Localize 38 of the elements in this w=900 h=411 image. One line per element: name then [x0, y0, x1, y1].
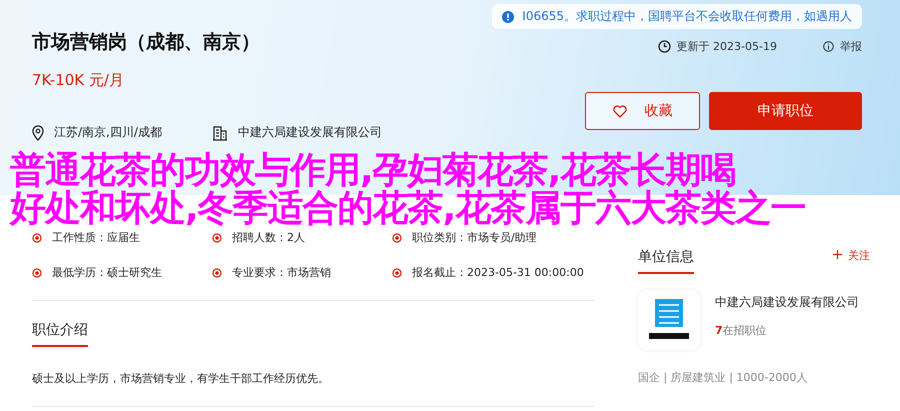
section-heading: 单位信息	[638, 248, 694, 274]
apply-button[interactable]: 申请职位	[709, 92, 862, 130]
bullet-icon	[32, 232, 42, 242]
detail-text: 招聘人数：2人	[232, 230, 305, 245]
follow-link[interactable]: 关注	[833, 248, 870, 263]
detail-text: 报名截止：2023-05-31 00:00:00	[412, 265, 584, 280]
open-positions: 7在招职位	[715, 323, 768, 338]
detail-text: 职位类别：市场专员/助理	[412, 230, 537, 245]
overlay-headline: 好处和坏处,冬季适合的花茶,花茶属于六大茶类之一	[10, 190, 806, 228]
bullet-icon	[212, 268, 222, 278]
info-icon	[823, 41, 834, 52]
update-date: 更新于 2023-05-19	[676, 39, 777, 54]
bullet-icon	[212, 232, 222, 242]
bullet-icon	[392, 232, 402, 242]
building-icon	[212, 124, 228, 140]
company-logo	[638, 290, 700, 350]
company-info: 国企 | 房屋建筑业 | 1000-2000人	[638, 370, 808, 385]
detail-text: 专业要求：市场营销	[232, 265, 331, 280]
heart-icon	[612, 104, 626, 118]
salary: 7K-10K 元/月	[32, 71, 125, 90]
bullet-icon	[392, 268, 402, 278]
report-link[interactable]: 举报	[840, 39, 862, 54]
location-pin-icon	[32, 124, 44, 140]
detail-text: 最低学历：硕士研究生	[52, 265, 162, 280]
overlay-headline: 普通花茶的功效与作用,孕妇菊花茶,花茶长期喝	[10, 152, 736, 190]
detail-text: 工作性质：应届生	[52, 230, 140, 245]
company-name[interactable]: 中建六局建设发展有限公司	[715, 294, 859, 311]
job-description: 硕士及以上学历，市场营销专业，有学生干部工作经历优先。	[32, 371, 594, 407]
job-title: 市场营销岗（成都、南京）	[32, 30, 261, 55]
info-icon	[502, 10, 514, 22]
favorite-button[interactable]: 收藏	[585, 92, 700, 130]
company-text: 中建六局建设发展有限公司	[238, 124, 382, 141]
clock-icon	[658, 40, 671, 53]
location-text: 江苏/南京,四川/成都	[54, 124, 162, 141]
bullet-icon	[32, 268, 42, 278]
plus-icon	[833, 250, 842, 259]
section-heading: 职位介绍	[32, 321, 88, 347]
notice-text: I06655。求职过程中，国聘平台不会收取任何费用，如遇用人	[522, 8, 852, 25]
